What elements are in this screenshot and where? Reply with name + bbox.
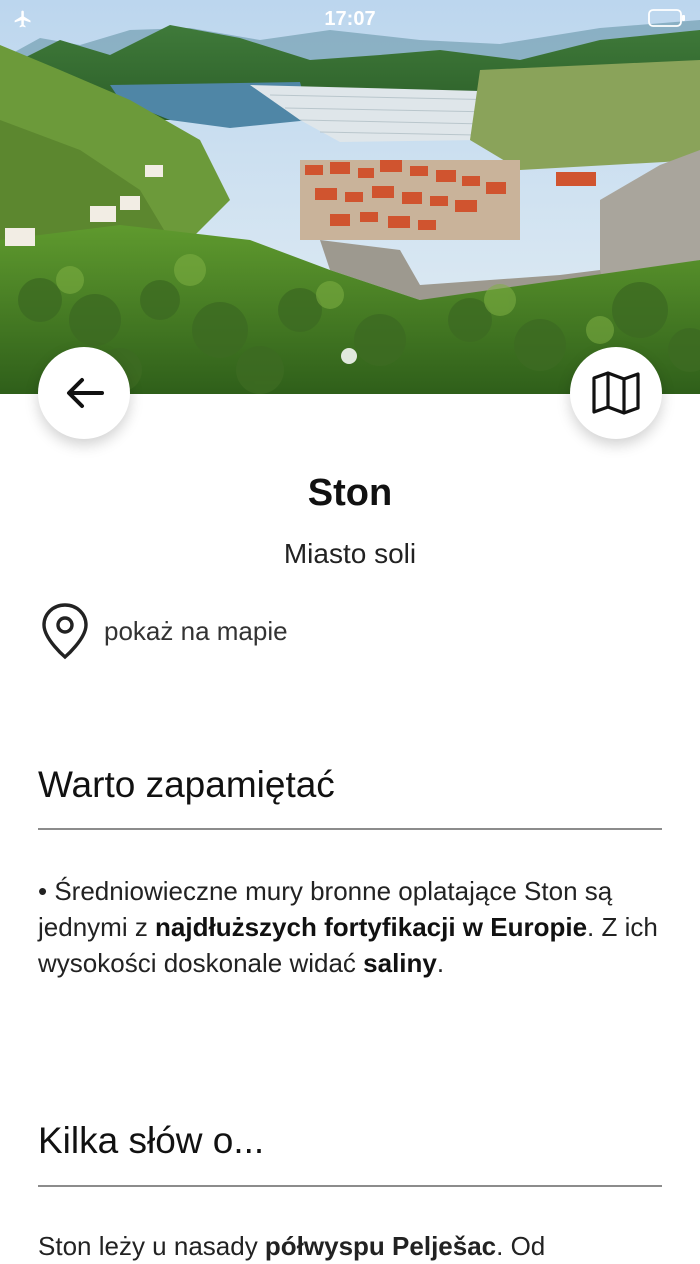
status-time: 17:07 [324,8,376,30]
about-paragraph: Ston leży u nasady półwyspu Pelješac. Od [38,1228,662,1264]
place-title: Ston [307,472,393,514]
map-icon [592,371,640,415]
show-on-map-label: pokaż na mapie [104,615,288,646]
show-on-map-link[interactable]: pokaż na mapie [40,603,288,660]
section-divider [38,1185,662,1187]
section-title-remember: Warto zapamiętać [38,764,335,805]
text-bold-segment: saliny [363,948,437,978]
place-subtitle: Miasto soli [283,538,417,569]
status-bar: 17:07 [0,0,700,38]
section-divider [38,828,662,830]
remember-paragraph: • Średniowieczne mury bronne oplatające … [38,873,662,981]
text-bold-segment: najdłuższych fortyfikacji w Europie [155,912,588,942]
ston-landscape-photo [0,0,700,394]
section-title-about: Kilka słów o... [38,1120,265,1161]
text-bold-segment: półwyspu Pelješac [264,1231,497,1261]
text-segment: . [436,948,445,978]
arrow-left-icon [67,378,104,408]
location-pin-icon [42,603,88,660]
battery-icon [648,9,685,27]
text-segment: . Od [496,1231,546,1261]
text-segment: Ston leży u nasady [38,1231,265,1261]
hero-image: 17:07 [0,0,700,394]
carousel-dot[interactable] [341,348,357,364]
back-button[interactable] [38,347,130,439]
map-button[interactable] [570,347,662,439]
